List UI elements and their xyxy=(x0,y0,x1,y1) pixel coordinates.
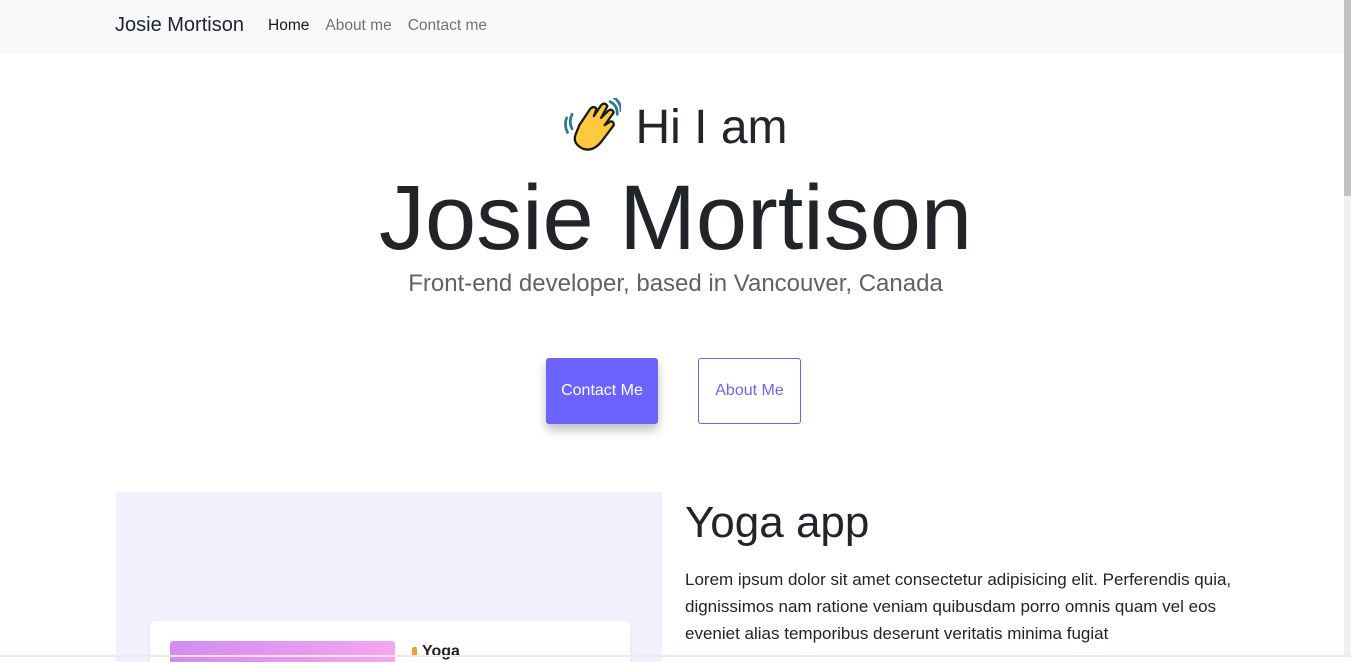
hero-subtitle: Front-end developer, based in Vancouver,… xyxy=(408,270,943,297)
nav-links: Home About me Contact me xyxy=(268,17,487,35)
nav-item-about[interactable]: About me xyxy=(325,17,391,35)
preview-gradient-bar xyxy=(170,641,395,662)
hero-name: Josie Mortison xyxy=(378,167,973,269)
contact-me-button[interactable]: Contact Me xyxy=(546,358,658,424)
nav-item-contact[interactable]: Contact me xyxy=(408,17,487,35)
project-description: Lorem ipsum dolor sit amet consectetur a… xyxy=(685,570,1232,643)
waving-hand-icon xyxy=(564,98,622,151)
preview-label: Yoga xyxy=(422,643,460,660)
hero-greeting: Hi I am xyxy=(0,98,1351,156)
project-title: Yoga app xyxy=(685,498,870,547)
navbar: Josie Mortison Home About me Contact me xyxy=(0,0,1351,54)
greeting-text: Hi I am xyxy=(635,100,788,154)
nav-item-home[interactable]: Home xyxy=(268,17,309,35)
about-me-button[interactable]: About Me xyxy=(698,358,801,424)
brand-link[interactable]: Josie Mortison xyxy=(115,14,244,37)
project-preview-image: Yoga xyxy=(116,492,662,662)
